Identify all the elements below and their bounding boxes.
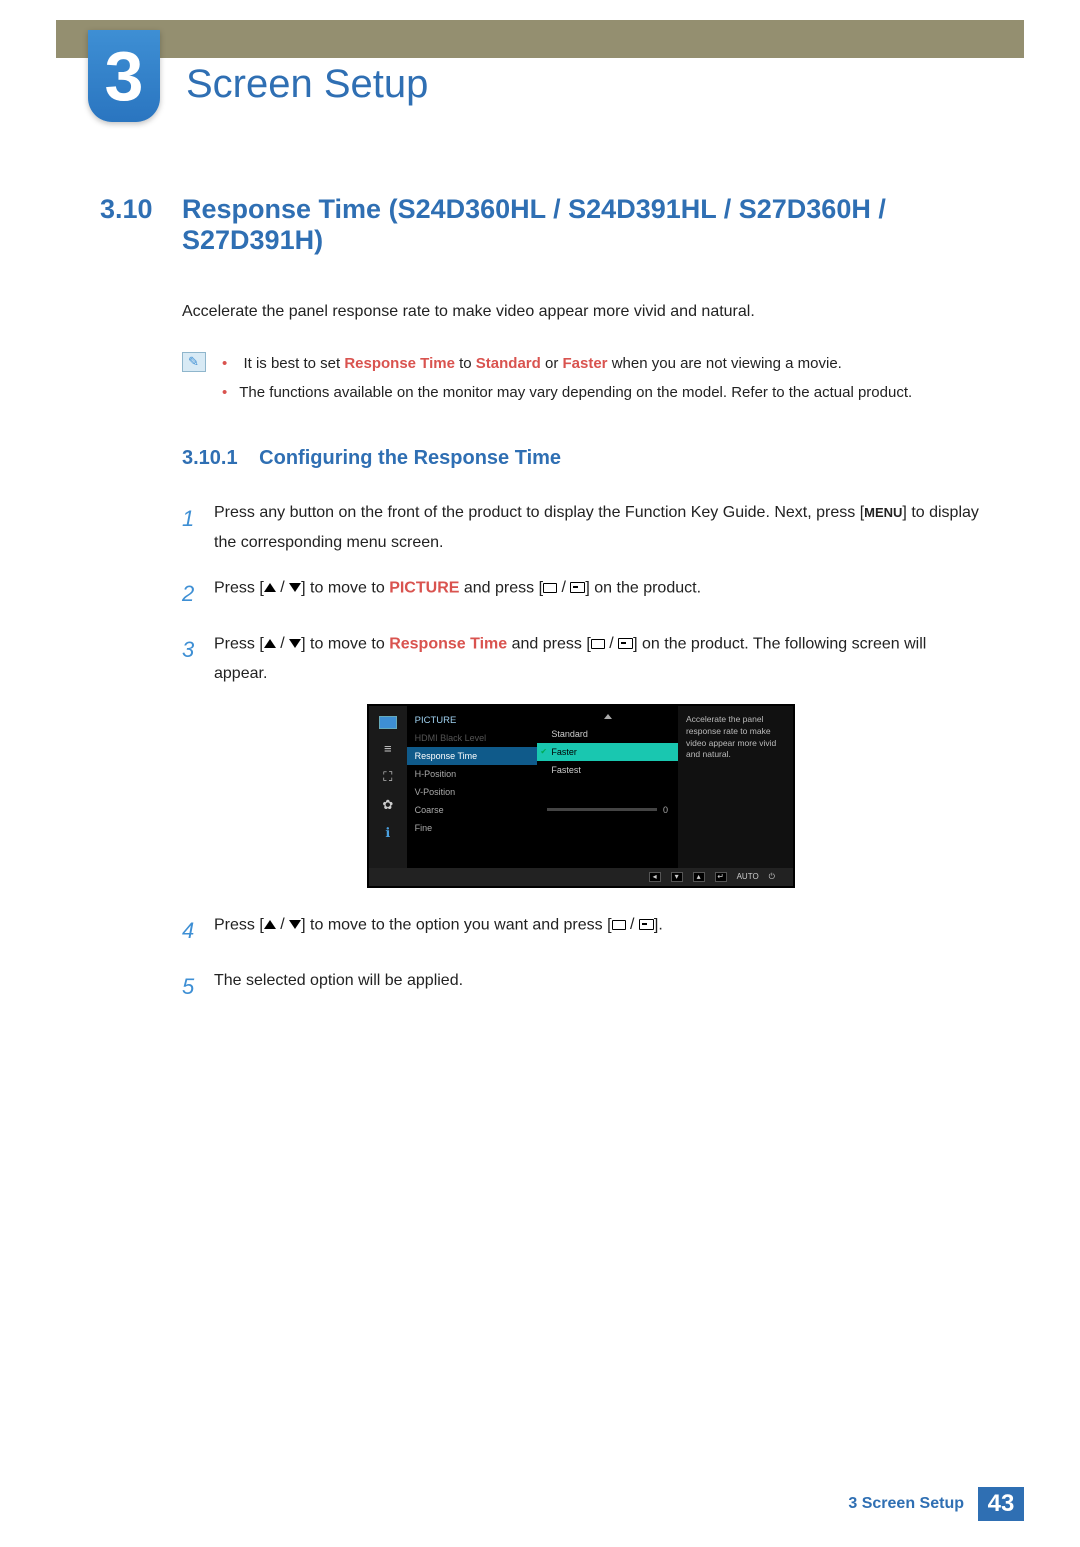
nav-down-icon: ▾	[671, 872, 683, 882]
fine-value: 0	[663, 805, 668, 815]
select-enter-icon: /	[591, 629, 633, 659]
step-2: 2 Press [ / ] to move to PICTURE and pre…	[182, 573, 980, 615]
osd-menu-list: PICTURE HDMI Black Level Response Time H…	[407, 706, 538, 868]
fine-slider-bar	[547, 808, 657, 811]
step-number: 5	[182, 966, 214, 1008]
osd-footer: ◂ ▾ ▴ ↵ AUTO ⏻	[369, 868, 793, 886]
nav-enter-icon: ↵	[715, 872, 727, 882]
step-1: 1 Press any button on the front of the p…	[182, 498, 980, 559]
up-down-icon: /	[264, 910, 301, 940]
step-number: 1	[182, 498, 214, 540]
power-icon: ⏻	[769, 872, 775, 882]
subsection-number: 3.10.1	[182, 447, 238, 469]
scroll-up-icon	[604, 714, 612, 719]
menu-button-label: MENU	[864, 505, 902, 520]
osd-row-response-time: Response Time	[407, 747, 538, 765]
nav-up-icon: ▴	[693, 872, 705, 882]
chapter-title: Screen Setup	[186, 62, 428, 107]
osd-option-faster: Faster	[537, 743, 678, 761]
picture-tab-icon	[379, 716, 397, 729]
settings-tab-icon: ✿	[378, 797, 398, 813]
osd-row-hposition: H-Position	[407, 765, 538, 783]
note-icon	[182, 352, 206, 372]
osd-row-fine: Fine	[407, 819, 538, 837]
section-heading: 3.10 Response Time (S24D360HL / S24D391H…	[100, 194, 980, 256]
chapter-number-badge: 3	[88, 30, 160, 122]
osd-row-hdmi: HDMI Black Level	[407, 729, 538, 747]
list-tab-icon: ≡	[378, 741, 398, 757]
section-number: 3.10	[100, 194, 182, 225]
page-footer: 3 Screen Setup 43	[848, 1487, 1024, 1521]
chapter-header: 3 Screen Setup	[88, 30, 1080, 122]
osd-option-fastest: Fastest	[537, 761, 678, 779]
step-4: 4 Press [ / ] to move to the option you …	[182, 910, 980, 952]
nav-left-icon: ◂	[649, 872, 661, 882]
step-number: 4	[182, 910, 214, 952]
osd-options: Standard Faster Fastest 0	[537, 706, 678, 868]
step-3: 3 Press [ / ] to move to Response Time a…	[182, 629, 980, 690]
intro-paragraph: Accelerate the panel response rate to ma…	[182, 300, 980, 324]
page-number-badge: 43	[978, 1487, 1024, 1521]
osd-row-vposition: V-Position	[407, 783, 538, 801]
osd-screenshot: ≡ ⛶ ✿ ℹ PICTURE HDMI Black Level Respons…	[367, 704, 795, 888]
select-enter-icon: /	[612, 910, 654, 940]
osd-category: PICTURE	[407, 712, 538, 729]
size-tab-icon: ⛶	[378, 769, 398, 785]
note-box: It is best to set Response Time to Stand…	[182, 350, 980, 407]
info-tab-icon: ℹ	[378, 825, 398, 841]
select-enter-icon: /	[543, 573, 585, 603]
step-5: 5 The selected option will be applied.	[182, 966, 980, 1008]
up-down-icon: /	[264, 629, 301, 659]
note-item-2: The functions available on the monitor m…	[222, 379, 912, 408]
footer-chapter-label: 3 Screen Setup	[848, 1495, 964, 1513]
auto-label: AUTO	[737, 872, 759, 881]
subsection-heading: 3.10.1 Configuring the Response Time	[182, 447, 980, 470]
osd-row-coarse: Coarse	[407, 801, 538, 819]
step-number: 3	[182, 629, 214, 671]
section-title: Response Time (S24D360HL / S24D391HL / S…	[182, 194, 980, 256]
up-down-icon: /	[264, 573, 301, 603]
osd-side-icons: ≡ ⛶ ✿ ℹ	[369, 706, 407, 868]
osd-description: Accelerate the panel response rate to ma…	[678, 706, 793, 868]
osd-option-standard: Standard	[537, 725, 678, 743]
step-number: 2	[182, 573, 214, 615]
subsection-title: Configuring the Response Time	[259, 447, 561, 469]
note-item-1: It is best to set Response Time to Stand…	[222, 350, 912, 379]
